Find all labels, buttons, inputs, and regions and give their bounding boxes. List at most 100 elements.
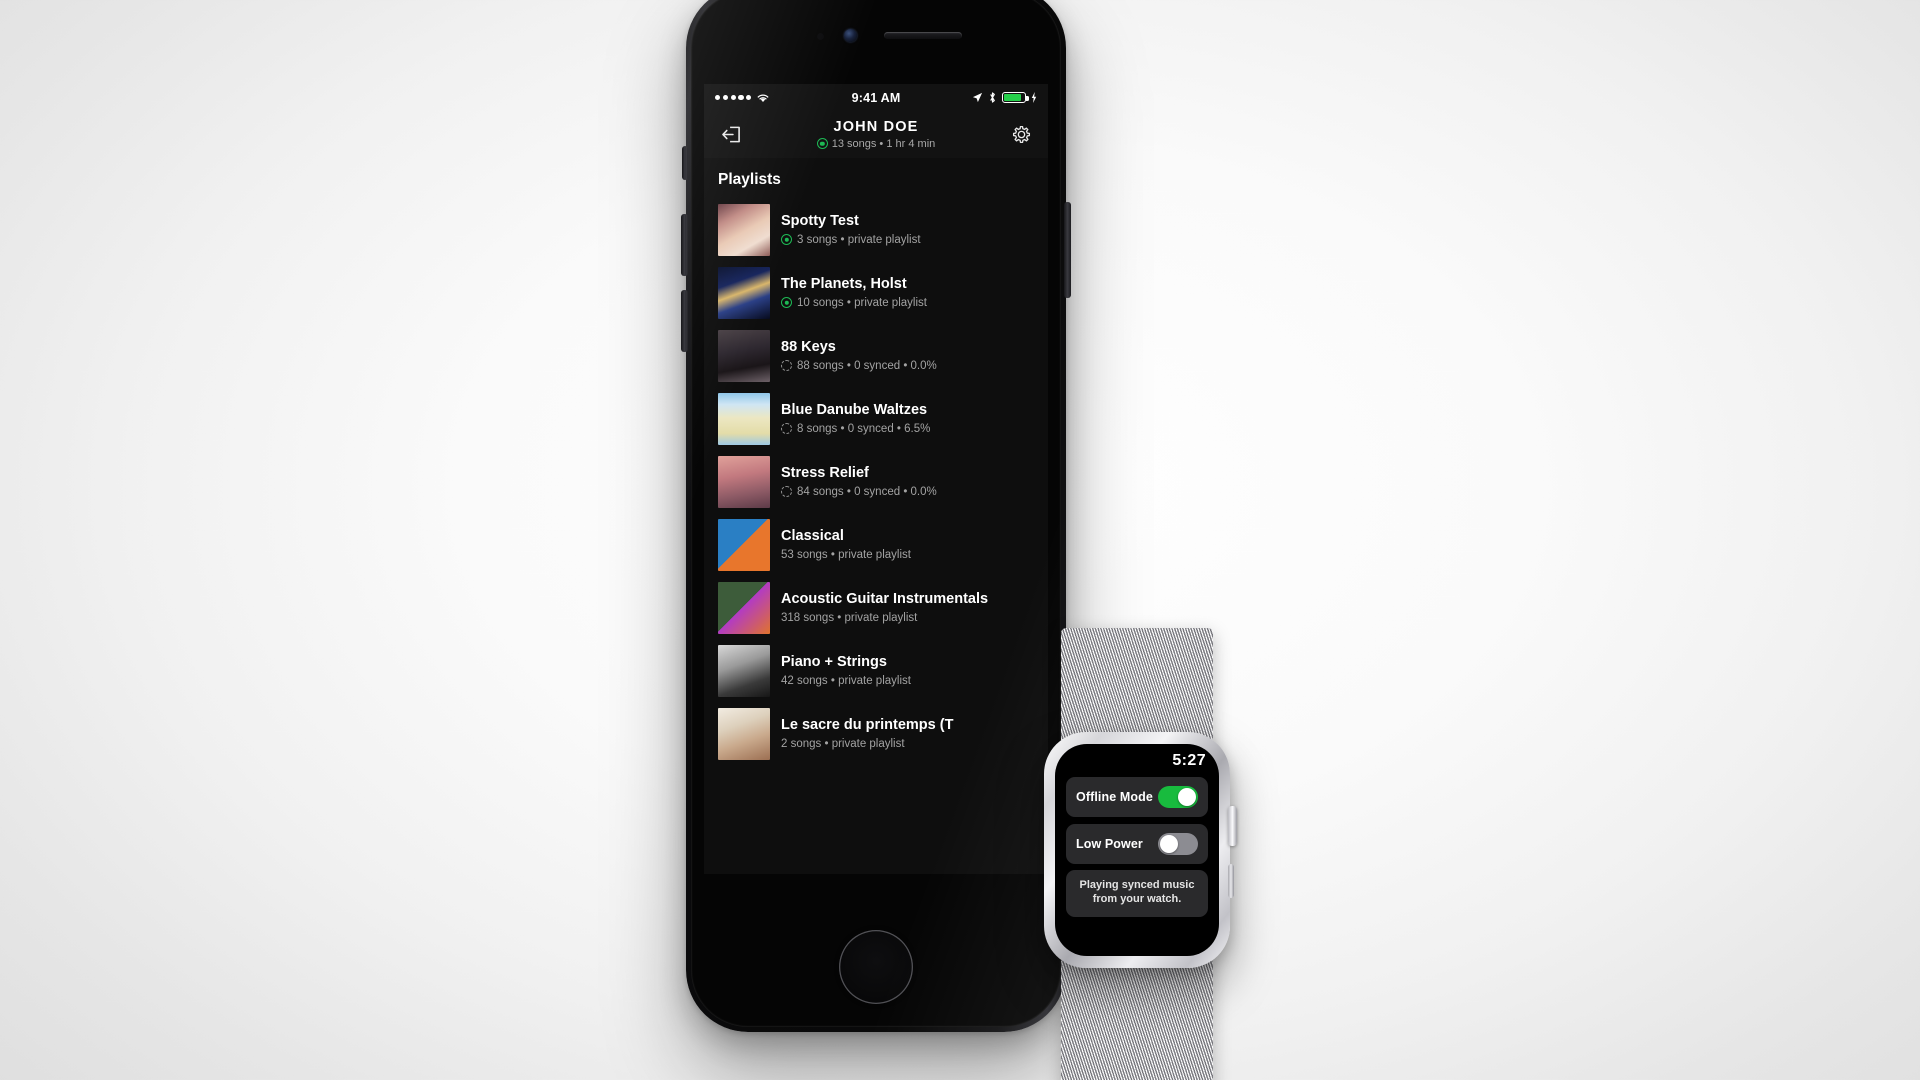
low-power-row[interactable]: Low Power bbox=[1066, 824, 1208, 864]
playlist-subtitle-row: 2 songs • private playlist bbox=[781, 738, 1034, 750]
section-title: Playlists bbox=[704, 158, 1048, 198]
download-status-icon bbox=[781, 234, 792, 246]
playlist-subtitle-row: 88 songs • 0 synced • 0.0% bbox=[781, 360, 1034, 372]
playlist-meta: Piano + Strings 42 songs • private playli… bbox=[781, 654, 1034, 687]
playlist-subtitle-row: 318 songs • private playlist bbox=[781, 612, 1034, 624]
status-bar-right bbox=[900, 91, 1037, 104]
watch-band-bottom bbox=[1061, 960, 1213, 1080]
sync-pending-icon bbox=[781, 423, 792, 435]
page-title: JOHN DOE bbox=[833, 119, 919, 136]
art-blue-danube bbox=[718, 392, 770, 445]
art-stress-relief bbox=[718, 455, 770, 508]
watch-status-note: Playing synced music from your watch. bbox=[1066, 870, 1208, 917]
proximity-sensor bbox=[817, 33, 824, 40]
app-header: JOHN DOE 13 songs • 1 hr 4 min bbox=[704, 111, 1048, 158]
art-spotty-test bbox=[718, 203, 770, 256]
playlist-title: Blue Danube Waltzes bbox=[781, 402, 928, 419]
sync-pending-icon bbox=[781, 486, 792, 498]
download-status-icon bbox=[816, 138, 828, 150]
status-bar: 9:41 AM bbox=[704, 84, 1048, 111]
iphone-device: 9:41 AM JOHN DOE 13 songs • 1 hr 4 min P… bbox=[681, 0, 1071, 1032]
playlist-row[interactable]: Stress Relief 84 songs • 0 synced • 0.0% bbox=[704, 450, 1048, 513]
digital-crown[interactable] bbox=[1228, 806, 1237, 846]
art-88-keys bbox=[718, 329, 770, 382]
bluetooth-icon bbox=[990, 92, 995, 103]
home-button[interactable] bbox=[839, 930, 913, 1004]
art-acoustic-guitar bbox=[718, 581, 770, 634]
art-classical bbox=[718, 518, 770, 571]
playlist-meta: Stress Relief 84 songs • 0 synced • 0.0% bbox=[781, 465, 1034, 498]
low-power-label: Low Power bbox=[1076, 837, 1143, 851]
playlist-title: 88 Keys bbox=[781, 339, 836, 356]
art-the-planets bbox=[718, 266, 770, 319]
art-piano-strings bbox=[718, 644, 770, 697]
silent-switch[interactable] bbox=[682, 146, 688, 180]
playlist-row[interactable]: Classical 53 songs • private playlist bbox=[704, 513, 1048, 576]
playlist-meta: Acoustic Guitar Instrumentals 318 songs •… bbox=[781, 591, 1034, 624]
playlist-title: Spotty Test bbox=[781, 213, 859, 230]
playlist-subtitle: 84 songs • 0 synced • 0.0% bbox=[797, 485, 937, 498]
watch-side-button[interactable] bbox=[1228, 864, 1234, 898]
logout-button[interactable] bbox=[716, 120, 746, 150]
playlist-meta: The Planets, Holst 10 songs • private pla… bbox=[781, 276, 1034, 309]
playlist-subtitle: 53 songs • private playlist bbox=[781, 548, 911, 561]
volume-up-button[interactable] bbox=[681, 214, 688, 276]
offline-mode-row[interactable]: Offline Mode bbox=[1066, 777, 1208, 817]
playlist-title: Classical bbox=[781, 528, 844, 545]
status-bar-clock: 9:41 AM bbox=[851, 90, 901, 105]
playlist-subtitle-row: 10 songs • private playlist bbox=[781, 297, 1034, 309]
playlist-subtitle: 88 songs • 0 synced • 0.0% bbox=[797, 359, 937, 372]
offline-mode-label: Offline Mode bbox=[1076, 790, 1153, 804]
playlist-subtitle: 8 songs • 0 synced • 6.5% bbox=[797, 422, 931, 435]
front-camera bbox=[844, 29, 857, 42]
playlist-subtitle: 2 songs • private playlist bbox=[781, 737, 905, 750]
playlist-title: Stress Relief bbox=[781, 465, 869, 482]
battery-icon bbox=[1002, 91, 1029, 104]
playlist-row[interactable]: Le sacre du printemps (T 2 songs • privat… bbox=[704, 702, 1048, 765]
playlist-subtitle-row: 53 songs • private playlist bbox=[781, 549, 1034, 561]
earpiece-speaker bbox=[884, 32, 962, 39]
playlist-row[interactable]: The Planets, Holst 10 songs • private pla… bbox=[704, 261, 1048, 324]
playlist-title: Piano + Strings bbox=[781, 654, 887, 671]
playlist-row[interactable]: Blue Danube Waltzes 8 songs • 0 synced • … bbox=[704, 387, 1048, 450]
header-subtitle: 13 songs • 1 hr 4 min bbox=[831, 137, 936, 150]
gear-icon bbox=[1012, 125, 1030, 144]
playlist-subtitle-row: 84 songs • 0 synced • 0.0% bbox=[781, 486, 1034, 498]
power-button[interactable] bbox=[1064, 202, 1071, 298]
location-arrow-icon bbox=[972, 92, 983, 103]
low-power-toggle[interactable] bbox=[1158, 833, 1198, 855]
wifi-icon bbox=[757, 94, 769, 103]
watch-case: 5:27 Offline Mode Low Power Playing sync… bbox=[1044, 732, 1237, 968]
playlist-subtitle: 42 songs • private playlist bbox=[781, 674, 911, 687]
playlist-meta: Le sacre du printemps (T 2 songs • privat… bbox=[781, 717, 1034, 750]
playlist-title: Acoustic Guitar Instrumentals bbox=[781, 591, 989, 608]
playlist-meta: Blue Danube Waltzes 8 songs • 0 synced • … bbox=[781, 402, 1034, 435]
download-status-icon bbox=[781, 297, 792, 309]
playlist-subtitle: 3 songs • private playlist bbox=[797, 233, 921, 246]
playlist-meta: Spotty Test 3 songs • private playlist bbox=[781, 213, 1034, 246]
playlist-subtitle-row: 42 songs • private playlist bbox=[781, 675, 1034, 687]
playlist-title: Le sacre du printemps (T bbox=[781, 717, 954, 734]
playlist-row[interactable]: Piano + Strings 42 songs • private playli… bbox=[704, 639, 1048, 702]
charging-bolt-icon bbox=[1031, 92, 1037, 103]
sync-pending-icon bbox=[781, 360, 792, 372]
watch-screen: 5:27 Offline Mode Low Power Playing sync… bbox=[1055, 744, 1219, 956]
settings-button[interactable] bbox=[1006, 120, 1036, 150]
signal-dots-icon bbox=[715, 94, 752, 101]
logout-icon bbox=[721, 126, 740, 143]
playlist-list: Spotty Test 3 songs • private playlist The… bbox=[704, 198, 1048, 765]
header-subtitle-row: 13 songs • 1 hr 4 min bbox=[746, 138, 1006, 150]
playlist-meta: Classical 53 songs • private playlist bbox=[781, 528, 1034, 561]
playlist-row[interactable]: 88 Keys 88 songs • 0 synced • 0.0% bbox=[704, 324, 1048, 387]
playlist-row[interactable]: Spotty Test 3 songs • private playlist bbox=[704, 198, 1048, 261]
art-le-sacre bbox=[718, 707, 770, 760]
playlist-subtitle: 10 songs • private playlist bbox=[797, 296, 927, 309]
playlist-row[interactable]: Acoustic Guitar Instrumentals 318 songs •… bbox=[704, 576, 1048, 639]
playlist-subtitle-row: 8 songs • 0 synced • 6.5% bbox=[781, 423, 1034, 435]
playlist-title: The Planets, Holst bbox=[781, 276, 907, 293]
status-bar-left bbox=[715, 92, 852, 103]
volume-down-button[interactable] bbox=[681, 290, 688, 352]
playlist-subtitle: 318 songs • private playlist bbox=[781, 611, 918, 624]
offline-mode-toggle[interactable] bbox=[1158, 786, 1198, 808]
watch-clock: 5:27 bbox=[1172, 752, 1206, 769]
